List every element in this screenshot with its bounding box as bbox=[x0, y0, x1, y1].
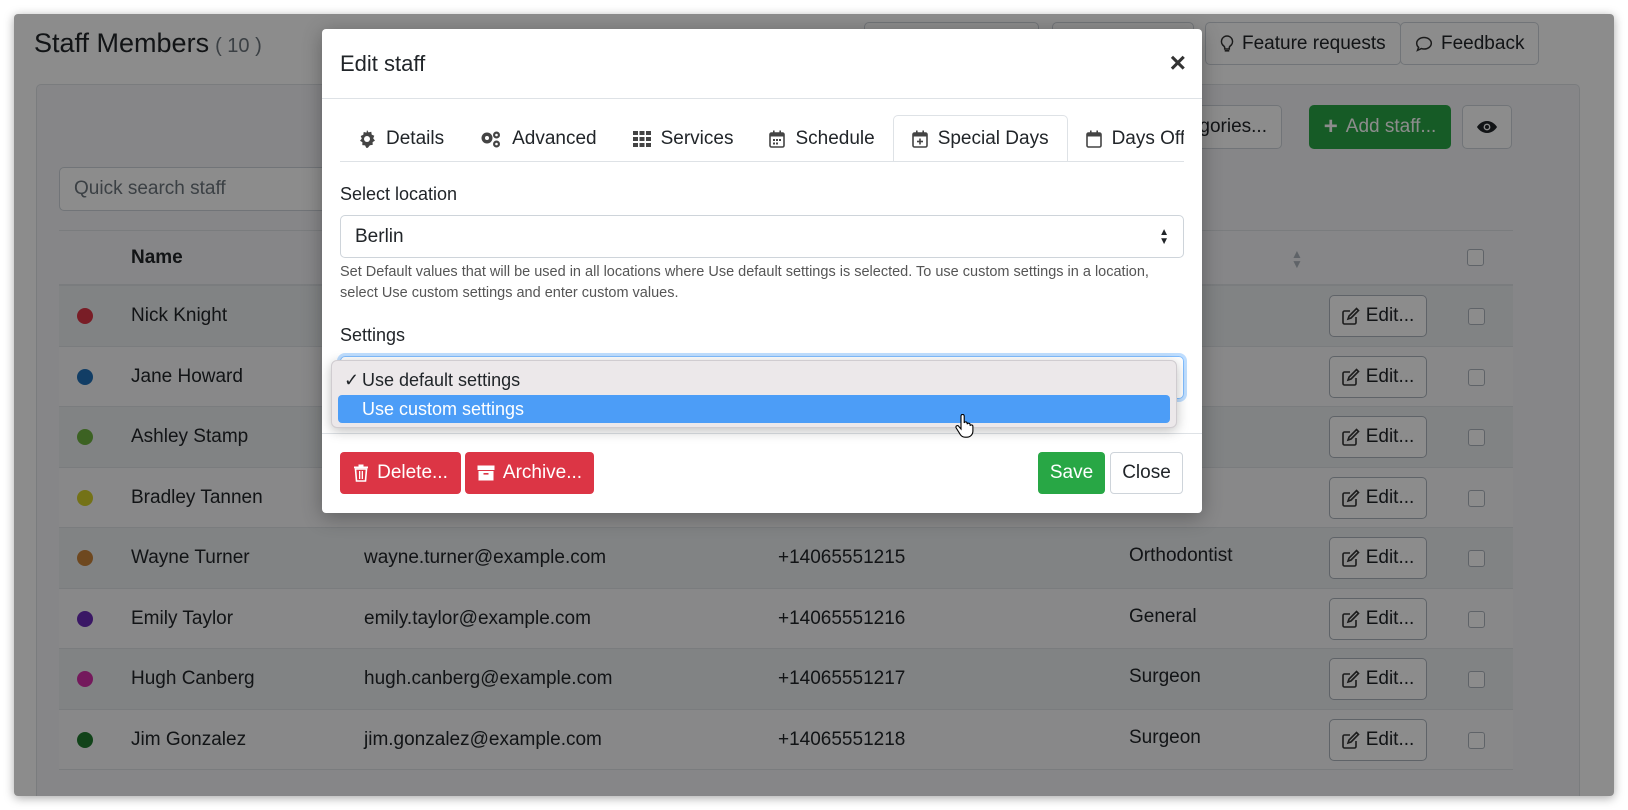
tab-schedule[interactable]: Schedule bbox=[751, 115, 892, 161]
archive-icon bbox=[477, 465, 495, 481]
gear-icon bbox=[360, 129, 375, 148]
select-location-label: Select location bbox=[340, 184, 458, 204]
archive-label: Archive... bbox=[502, 462, 583, 483]
tab-special-days[interactable]: Special Days bbox=[892, 115, 1068, 161]
settings-dropdown-list: ✓ Use default settings Use custom settin… bbox=[331, 360, 1177, 428]
location-select[interactable]: Berlin ▲ ▼ bbox=[340, 215, 1184, 258]
close-icon[interactable]: × bbox=[1170, 47, 1186, 79]
tab-advanced[interactable]: Advanced bbox=[462, 115, 615, 161]
gears-icon bbox=[481, 131, 501, 147]
grid-icon bbox=[632, 130, 651, 147]
modal-footer: Delete... Archive... Save Close bbox=[322, 433, 1202, 513]
tab-services[interactable]: Services bbox=[615, 115, 752, 161]
edit-staff-modal: Edit staff × Details Advanced Services S… bbox=[322, 29, 1202, 513]
save-label: Save bbox=[1049, 462, 1094, 483]
delete-label: Delete... bbox=[377, 462, 448, 483]
option-use-custom-settings[interactable]: Use custom settings bbox=[338, 395, 1170, 423]
trash-icon bbox=[354, 464, 369, 482]
delete-button[interactable]: Delete... bbox=[340, 452, 461, 494]
option-use-default-settings[interactable]: ✓ Use default settings bbox=[338, 366, 1170, 394]
settings-label: Settings bbox=[340, 325, 406, 345]
close-label: Close bbox=[1122, 462, 1171, 483]
location-help-text: Set Default values that will be used in … bbox=[340, 264, 1149, 301]
tab-days-off-label: Days Off bbox=[1111, 127, 1184, 149]
modal-header: Edit staff × bbox=[322, 29, 1202, 99]
calendar-icon bbox=[769, 130, 786, 148]
tab-details[interactable]: Details bbox=[340, 115, 462, 161]
location-value: Berlin bbox=[355, 225, 404, 247]
tab-services-label: Services bbox=[660, 127, 734, 149]
archive-button[interactable]: Archive... bbox=[465, 452, 594, 494]
save-button[interactable]: Save bbox=[1038, 452, 1105, 494]
modal-tabs: Details Advanced Services Schedule Speci… bbox=[340, 115, 1184, 162]
checkmark-icon: ✓ bbox=[344, 369, 360, 390]
modal-title: Edit staff bbox=[340, 51, 426, 76]
tab-details-label: Details bbox=[386, 127, 445, 149]
calendar-blank-icon bbox=[1085, 130, 1102, 148]
tab-advanced-label: Advanced bbox=[512, 127, 597, 149]
option-label: Use default settings bbox=[362, 369, 521, 390]
tab-days-off[interactable]: Days Off bbox=[1068, 115, 1184, 161]
app-window: Staff Members( 10 ) Feature requests Fee… bbox=[14, 14, 1614, 796]
tab-schedule-label: Schedule bbox=[795, 127, 875, 149]
option-label: Use custom settings bbox=[362, 398, 525, 419]
calendar-plus-icon bbox=[911, 130, 928, 148]
select-arrows-icon: ▲ ▼ bbox=[1159, 226, 1169, 247]
close-button[interactable]: Close bbox=[1110, 452, 1183, 494]
hand-cursor-icon bbox=[955, 414, 974, 438]
tab-special-days-label: Special Days bbox=[937, 127, 1049, 149]
